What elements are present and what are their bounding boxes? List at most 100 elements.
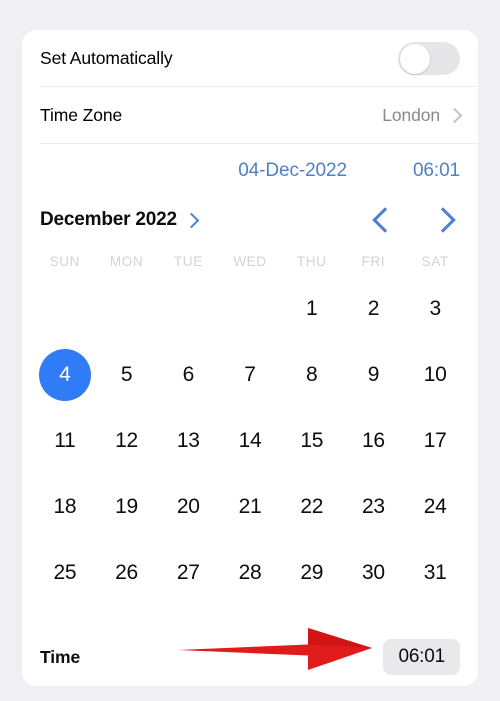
calendar-nav (372, 207, 456, 233)
day-cell[interactable]: 13 (157, 415, 219, 467)
day-number: 26 (115, 561, 138, 584)
day-cell[interactable]: 18 (34, 481, 96, 533)
time-zone-value: London (382, 105, 440, 125)
day-number: 19 (115, 495, 138, 518)
day-number: 3 (429, 297, 441, 320)
day-cell[interactable]: 15 (281, 415, 343, 467)
day-number: 18 (53, 495, 77, 518)
day-number: 23 (362, 495, 385, 518)
day-number: 16 (362, 429, 385, 452)
day-number: 25 (53, 561, 77, 584)
day-number: 14 (238, 429, 262, 452)
month-year-label: December 2022 (40, 209, 177, 230)
day-number: 1 (306, 297, 318, 320)
day-cell[interactable]: 12 (96, 415, 158, 467)
weekday-label: TUE (173, 254, 203, 269)
day-number: 27 (176, 561, 200, 584)
day-cell-selected[interactable]: 4 (34, 349, 96, 401)
day-number: 7 (244, 363, 256, 386)
day-cell[interactable]: 23 (343, 481, 405, 533)
day-number: 12 (115, 429, 138, 452)
time-row: Time 06:01 (22, 628, 478, 686)
day-number: 28 (238, 561, 262, 584)
day-number: 21 (238, 495, 262, 518)
calendar-week-row: 4 5 6 7 8 9 10 (22, 349, 478, 401)
day-number: 2 (367, 297, 380, 320)
day-number: 30 (362, 561, 385, 584)
day-number: 22 (300, 495, 324, 518)
date-time-settings-card: Set Automatically Time Zone London 04-De… (22, 30, 478, 686)
chevron-left-icon[interactable] (372, 207, 398, 233)
day-cell[interactable]: 9 (343, 349, 405, 401)
day-cell[interactable]: 24 (404, 481, 466, 533)
day-cell[interactable]: 22 (281, 481, 343, 533)
day-cell (219, 283, 281, 335)
day-number: 4 (38, 349, 91, 401)
chevron-right-icon[interactable] (430, 207, 456, 233)
day-cell[interactable]: 16 (343, 415, 405, 467)
day-cell[interactable]: 20 (157, 481, 219, 533)
time-value-pill[interactable]: 06:01 (383, 639, 460, 675)
calendar-week-row: 18 19 20 21 22 23 24 (22, 481, 478, 533)
summary-time-value[interactable]: 06:01 (413, 160, 460, 182)
day-cell[interactable]: 7 (219, 349, 281, 401)
day-number: 5 (120, 363, 133, 386)
month-year-button[interactable]: December 2022 (40, 209, 200, 231)
toggle-knob (399, 43, 430, 74)
day-cell[interactable]: 11 (34, 415, 96, 467)
day-number: 17 (423, 429, 447, 452)
weekday-label: WED (233, 254, 267, 269)
time-label: Time (40, 646, 81, 667)
weekday-label: FRI (361, 254, 386, 269)
time-zone-row[interactable]: Time Zone London (22, 87, 478, 144)
chevron-right-icon (446, 107, 463, 124)
day-cell[interactable]: 8 (281, 349, 343, 401)
day-cell[interactable]: 28 (219, 547, 281, 599)
day-number: 10 (423, 363, 447, 386)
day-number: 6 (182, 363, 195, 386)
day-cell[interactable]: 27 (157, 547, 219, 599)
day-cell (157, 283, 219, 335)
day-cell[interactable]: 14 (219, 415, 281, 467)
weekday-label: THU (296, 254, 327, 269)
day-number: 20 (176, 495, 200, 518)
day-cell[interactable]: 5 (96, 349, 158, 401)
set-automatically-toggle[interactable] (398, 42, 460, 75)
day-cell[interactable]: 10 (404, 349, 466, 401)
day-cell[interactable]: 1 (281, 283, 343, 335)
calendar-week-row: 11 12 13 14 15 16 17 (22, 415, 478, 467)
time-zone-label: Time Zone (40, 105, 123, 125)
day-cell[interactable]: 21 (219, 481, 281, 533)
calendar-header: December 2022 (22, 200, 478, 240)
day-number: 15 (300, 429, 324, 452)
set-automatically-label: Set Automatically (40, 48, 173, 68)
day-number: 11 (54, 429, 76, 452)
day-number: 31 (423, 561, 447, 584)
day-cell[interactable]: 17 (404, 415, 466, 467)
day-cell (34, 283, 96, 335)
summary-date-value[interactable]: 04-Dec-2022 (238, 160, 347, 182)
day-cell[interactable]: 30 (343, 547, 405, 599)
day-cell[interactable]: 29 (281, 547, 343, 599)
weekday-header-row: SUN MON TUE WED THU FRI SAT (22, 254, 478, 269)
date-time-summary: 04-Dec-2022 06:01 (22, 144, 478, 198)
day-number: 9 (367, 363, 380, 386)
day-cell[interactable]: 25 (34, 547, 96, 599)
weekday-label: MON (109, 254, 144, 269)
weekday-label: SUN (49, 254, 80, 269)
day-cell[interactable]: 3 (404, 283, 466, 335)
chevron-right-icon (183, 212, 200, 228)
day-cell[interactable]: 31 (404, 547, 466, 599)
calendar-week-row: 1 2 3 (22, 283, 478, 335)
set-automatically-row[interactable]: Set Automatically (22, 30, 478, 87)
day-cell[interactable]: 19 (96, 481, 158, 533)
day-cell[interactable]: 2 (343, 283, 405, 335)
calendar-week-row: 25 26 27 28 29 30 31 (22, 547, 478, 599)
day-cell[interactable]: 6 (157, 349, 219, 401)
day-number: 8 (306, 363, 318, 386)
day-cell[interactable]: 26 (96, 547, 158, 599)
day-cell (96, 283, 158, 335)
weekday-label: SAT (421, 254, 449, 269)
day-number: 13 (176, 429, 200, 452)
day-number: 24 (423, 495, 447, 518)
